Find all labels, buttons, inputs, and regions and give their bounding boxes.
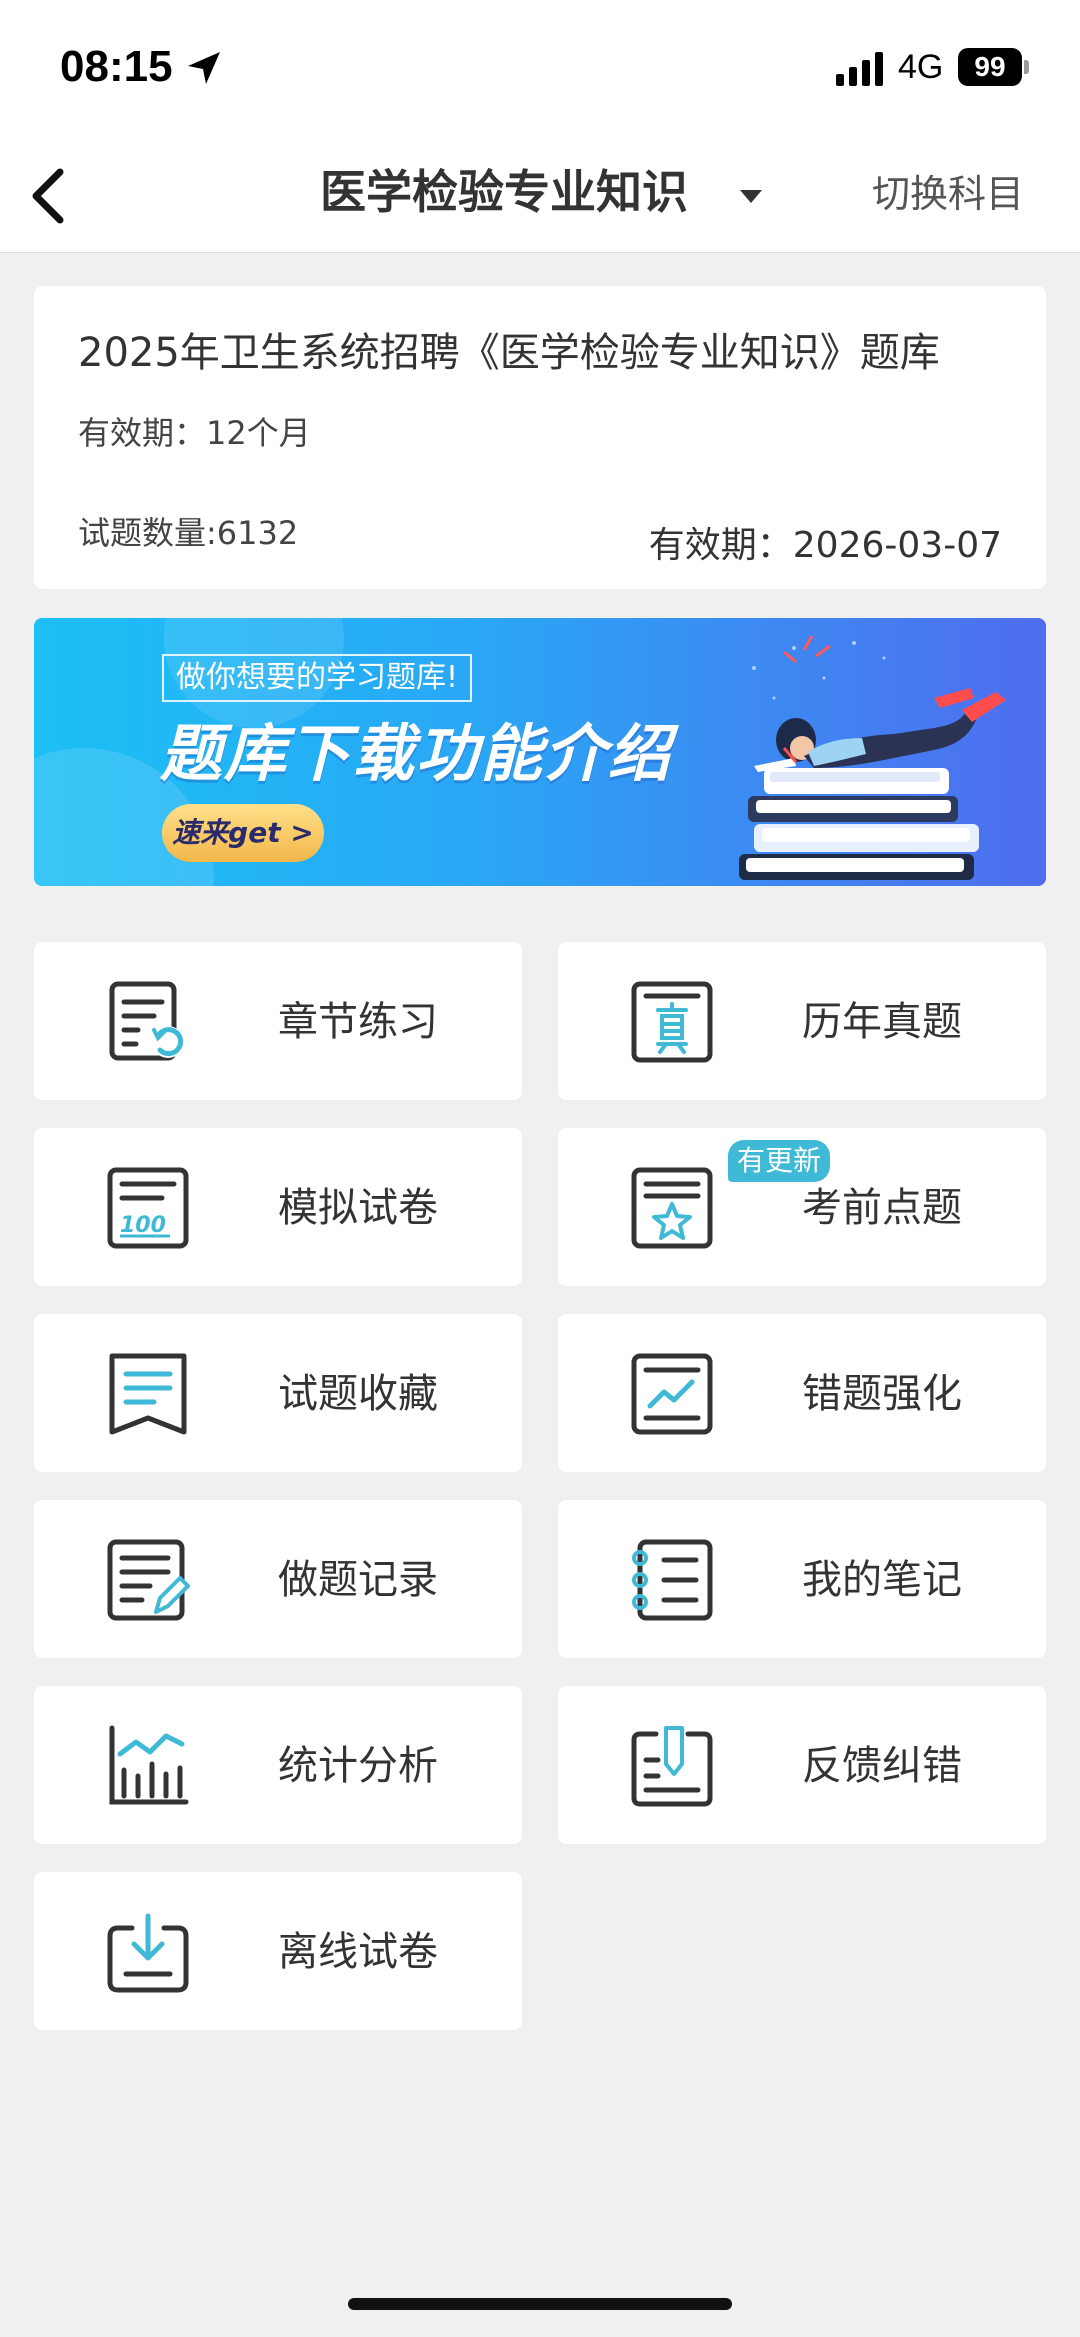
svg-text:100: 100 <box>120 1213 166 1238</box>
statistics-icon <box>109 1725 189 1805</box>
cellular-signal-icon <box>836 52 883 86</box>
switch-subject-button[interactable]: 切换科目 <box>872 166 1024 222</box>
bookmark-icon <box>109 1353 187 1435</box>
wrong-questions-icon <box>631 1353 713 1435</box>
menu-item-practice-record[interactable]: 做题记录 <box>34 1500 522 1658</box>
nav-bar: 医学检验专业知识 切换科目 <box>0 140 1080 253</box>
back-arrow-icon[interactable] <box>20 158 80 234</box>
menu-item-offline-papers[interactable]: 离线试卷 <box>34 1872 522 2030</box>
question-bank-info-card: 2025年卫生系统招聘《医学检验专业知识》题库 有效期：12个月 试题数量:61… <box>34 286 1046 589</box>
battery-tip <box>1024 60 1029 74</box>
offline-download-icon <box>107 1913 189 1993</box>
home-indicator[interactable] <box>348 2298 732 2310</box>
menu-item-past-exams[interactable]: 历年真题 <box>558 942 1046 1100</box>
menu-item-label: 错题强化 <box>802 1371 962 1417</box>
feedback-icon <box>631 1726 713 1807</box>
menu-item-statistics[interactable]: 统计分析 <box>34 1686 522 1844</box>
menu-item-label: 章节练习 <box>278 999 438 1045</box>
banner-tagline: 做你想要的学习题库! <box>162 654 473 702</box>
menu-item-bookmarks[interactable]: 试题收藏 <box>34 1314 522 1472</box>
menu-item-label: 离线试卷 <box>278 1929 438 1975</box>
status-time: 08:15 <box>60 42 173 91</box>
menu-item-mock-exam[interactable]: 100 模拟试卷 <box>34 1128 522 1286</box>
battery-icon: 99 <box>958 48 1022 86</box>
mock-exam-icon: 100 <box>107 1167 189 1249</box>
question-bank-title: 2025年卫生系统招聘《医学检验专业知识》题库 <box>78 330 940 376</box>
download-feature-banner[interactable]: 做你想要的学习题库! 题库下载功能介绍 速来get > <box>34 618 1046 886</box>
network-type: 4G <box>898 48 944 86</box>
status-bar: 08:15 4G 99 <box>0 0 1080 140</box>
practice-record-icon <box>107 1539 190 1621</box>
menu-item-label: 试题收藏 <box>278 1371 438 1417</box>
past-exams-icon <box>631 981 713 1063</box>
menu-item-label: 模拟试卷 <box>278 1185 438 1231</box>
menu-item-label: 统计分析 <box>278 1743 438 1789</box>
subject-title-dropdown[interactable]: 医学检验专业知识 <box>320 160 688 224</box>
menu-item-wrong-questions[interactable]: 错题强化 <box>558 1314 1046 1472</box>
validity-period: 有效期：12个月 <box>78 414 311 452</box>
expiry-date: 有效期：2026-03-07 <box>648 525 1002 566</box>
chapter-practice-icon <box>109 981 184 1061</box>
question-count: 试题数量:6132 <box>78 514 299 552</box>
menu-item-feedback[interactable]: 反馈纠错 <box>558 1686 1046 1844</box>
menu-item-label: 做题记录 <box>278 1557 438 1603</box>
location-arrow-icon <box>188 52 220 84</box>
pre-exam-tips-icon <box>631 1167 713 1249</box>
banner-cta-button[interactable]: 速来get > <box>162 804 324 862</box>
caret-down-icon[interactable] <box>740 190 762 204</box>
menu-item-label: 反馈纠错 <box>802 1743 962 1789</box>
notes-icon <box>632 1539 713 1621</box>
menu-item-my-notes[interactable]: 我的笔记 <box>558 1500 1046 1658</box>
menu-item-label: 历年真题 <box>802 999 962 1045</box>
menu-item-label: 我的笔记 <box>802 1557 962 1603</box>
update-badge: 有更新 <box>728 1140 830 1182</box>
menu-item-chapter-practice[interactable]: 章节练习 <box>34 942 522 1100</box>
banner-headline: 题库下载功能介绍 <box>160 717 673 790</box>
menu-item-label: 考前点题 <box>802 1185 962 1231</box>
studying-person-illustration <box>739 635 1006 880</box>
